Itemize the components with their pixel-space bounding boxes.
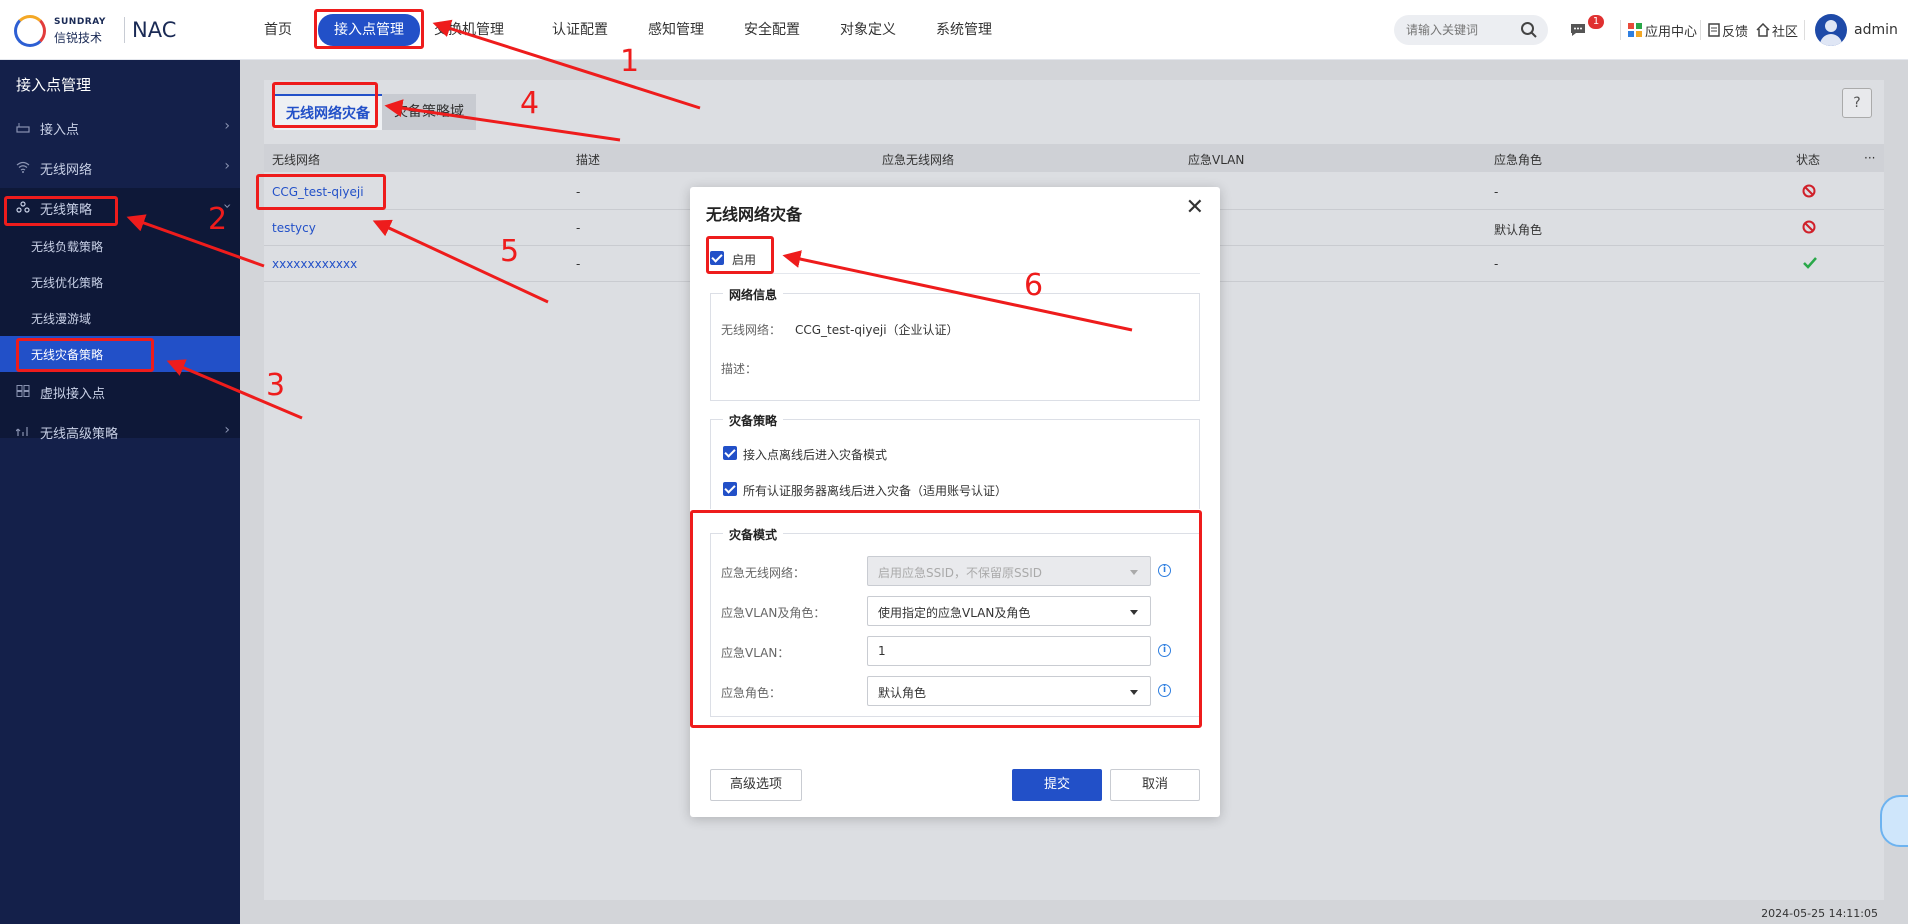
cancel-button[interactable]: 取消 bbox=[1110, 769, 1200, 801]
sidebar-item-wireless-network[interactable]: 无线网络 › bbox=[0, 148, 240, 186]
advanced-options-button[interactable]: 高级选项 bbox=[710, 769, 802, 801]
timestamp: 2024-05-25 14:11:05 bbox=[1761, 907, 1878, 920]
message-badge: 1 bbox=[1588, 15, 1604, 29]
tab-dr-domain[interactable]: 灾备策略域 bbox=[382, 94, 476, 130]
nav-auth-config[interactable]: 认证配置 bbox=[552, 18, 608, 42]
disabled-status-icon bbox=[1802, 220, 1816, 234]
assistant-icon[interactable] bbox=[1880, 795, 1908, 847]
annotation-box bbox=[706, 236, 774, 274]
community-link[interactable]: 社区 bbox=[1756, 20, 1798, 40]
help-icon[interactable]: ? bbox=[1842, 88, 1872, 118]
close-icon[interactable]: ✕ bbox=[1186, 195, 1204, 220]
chevron-right-icon: › bbox=[224, 118, 230, 134]
annotation-box bbox=[272, 82, 378, 128]
sidebar-item-ap[interactable]: 接入点 › bbox=[0, 108, 240, 146]
product-name: NAC bbox=[132, 18, 177, 42]
disabled-status-icon bbox=[1802, 184, 1816, 198]
annotation-box bbox=[314, 9, 424, 49]
message-icon[interactable] bbox=[1570, 20, 1586, 40]
auth-offline-checkbox[interactable] bbox=[723, 482, 737, 496]
sidebar-sub-optimize[interactable]: 无线优化策略 bbox=[0, 264, 240, 300]
network-value: CCG_test-qiyeji（企业认证） bbox=[795, 323, 959, 337]
avatar[interactable] bbox=[1815, 14, 1847, 46]
annotation-box bbox=[4, 196, 118, 226]
annotation-box bbox=[690, 510, 1202, 728]
sidebar-item-label: 接入点 bbox=[40, 123, 80, 138]
dialog-title: 无线网络灾备 bbox=[706, 205, 803, 224]
enabled-status-icon bbox=[1803, 257, 1817, 269]
annotation-number: 1 bbox=[620, 44, 640, 79]
app-grid-icon bbox=[1628, 23, 1642, 37]
advanced-icon bbox=[16, 427, 28, 436]
sidebar-title: 接入点管理 bbox=[16, 76, 92, 94]
nav-system[interactable]: 系统管理 bbox=[936, 18, 992, 42]
chevron-right-icon: › bbox=[224, 158, 230, 174]
logo: SUNDRAY 信锐技术 NAC bbox=[14, 13, 176, 47]
table-header: 无线网络 描述 应急无线网络 应急VLAN 应急角色 状态 ··· bbox=[264, 144, 1884, 172]
nav-home[interactable]: 首页 bbox=[264, 18, 292, 42]
feedback-label: 反馈 bbox=[1722, 24, 1749, 40]
home-icon bbox=[1756, 23, 1770, 37]
community-label: 社区 bbox=[1772, 24, 1799, 40]
user-name[interactable]: admin bbox=[1854, 22, 1898, 38]
annotation-number: 2 bbox=[208, 202, 228, 237]
feedback-link[interactable]: 反馈 bbox=[1708, 20, 1748, 40]
search-box bbox=[1394, 15, 1548, 45]
sidebar-sub-load[interactable]: 无线负载策略 bbox=[0, 228, 240, 264]
logo-en: SUNDRAY bbox=[54, 17, 106, 27]
search-icon[interactable] bbox=[1520, 21, 1538, 39]
search-input[interactable] bbox=[1406, 20, 1516, 40]
grid-icon bbox=[16, 385, 30, 397]
nav-switch-management[interactable]: 交换机管理 bbox=[434, 18, 504, 42]
network-link[interactable]: xxxxxxxxxxxx bbox=[272, 257, 357, 271]
nav-security[interactable]: 安全配置 bbox=[744, 18, 800, 42]
annotation-box bbox=[256, 174, 386, 210]
chevron-right-icon: › bbox=[224, 422, 230, 438]
sidebar-item-label: 无线高级策略 bbox=[40, 427, 119, 442]
sidebar-item-advanced[interactable]: 无线高级策略 › bbox=[0, 412, 240, 450]
annotation-number: 6 bbox=[1024, 268, 1044, 303]
strategy-section: 灾备策略 接入点离线后进入灾备模式 所有认证服务器离线后进入灾备（适用账号认证） bbox=[710, 412, 1200, 509]
network-link[interactable]: testycy bbox=[272, 221, 316, 235]
submit-button[interactable]: 提交 bbox=[1012, 769, 1102, 801]
app-center-link[interactable]: 应用中心 bbox=[1628, 20, 1697, 40]
logo-cn: 信锐技术 bbox=[54, 31, 103, 45]
nav-object-definition[interactable]: 对象定义 bbox=[840, 18, 896, 42]
router-icon bbox=[16, 123, 30, 133]
annotation-number: 5 bbox=[500, 234, 520, 269]
annotation-box bbox=[16, 338, 154, 372]
sidebar-item-label: 无线网络 bbox=[40, 163, 93, 178]
wifi-icon bbox=[16, 161, 30, 173]
logo-mark-icon bbox=[14, 15, 46, 47]
sidebar-sub-roaming[interactable]: 无线漫游域 bbox=[0, 300, 240, 336]
sidebar-item-label: 虚拟接入点 bbox=[40, 387, 106, 402]
feedback-icon bbox=[1708, 23, 1720, 37]
app-center-label: 应用中心 bbox=[1645, 24, 1698, 40]
annotation-number: 4 bbox=[520, 86, 540, 121]
sidebar: 接入点管理 接入点 › 无线网络 › 无线策略 › 无线负载策略 无线优化策略 … bbox=[0, 60, 240, 924]
nav-perception[interactable]: 感知管理 bbox=[648, 18, 704, 42]
more-columns-icon[interactable]: ··· bbox=[1864, 151, 1875, 165]
annotation-number: 3 bbox=[266, 368, 286, 403]
network-info-section: 网络信息 无线网络： CCG_test-qiyeji（企业认证） 描述： bbox=[710, 286, 1200, 401]
top-bar: SUNDRAY 信锐技术 NAC 首页 接入点管理 交换机管理 认证配置 感知管… bbox=[0, 0, 1908, 60]
ap-offline-checkbox[interactable] bbox=[723, 446, 737, 460]
sidebar-item-virtual-ap[interactable]: 虚拟接入点 bbox=[0, 372, 240, 410]
